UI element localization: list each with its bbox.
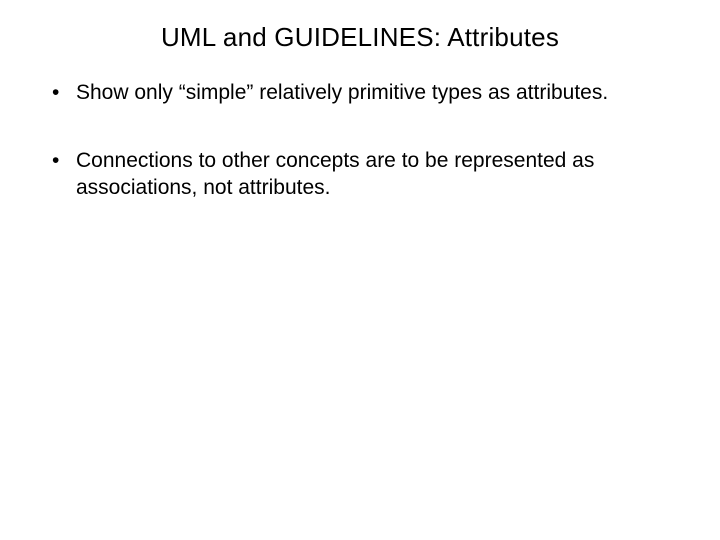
slide-title: UML and GUIDELINES: Attributes xyxy=(0,22,720,53)
list-item: Show only “simple” relatively primitive … xyxy=(48,80,672,106)
slide-body: Show only “simple” relatively primitive … xyxy=(48,80,672,243)
list-item: Connections to other concepts are to be … xyxy=(48,148,672,201)
slide: UML and GUIDELINES: Attributes Show only… xyxy=(0,0,720,540)
bullet-list: Show only “simple” relatively primitive … xyxy=(48,80,672,201)
